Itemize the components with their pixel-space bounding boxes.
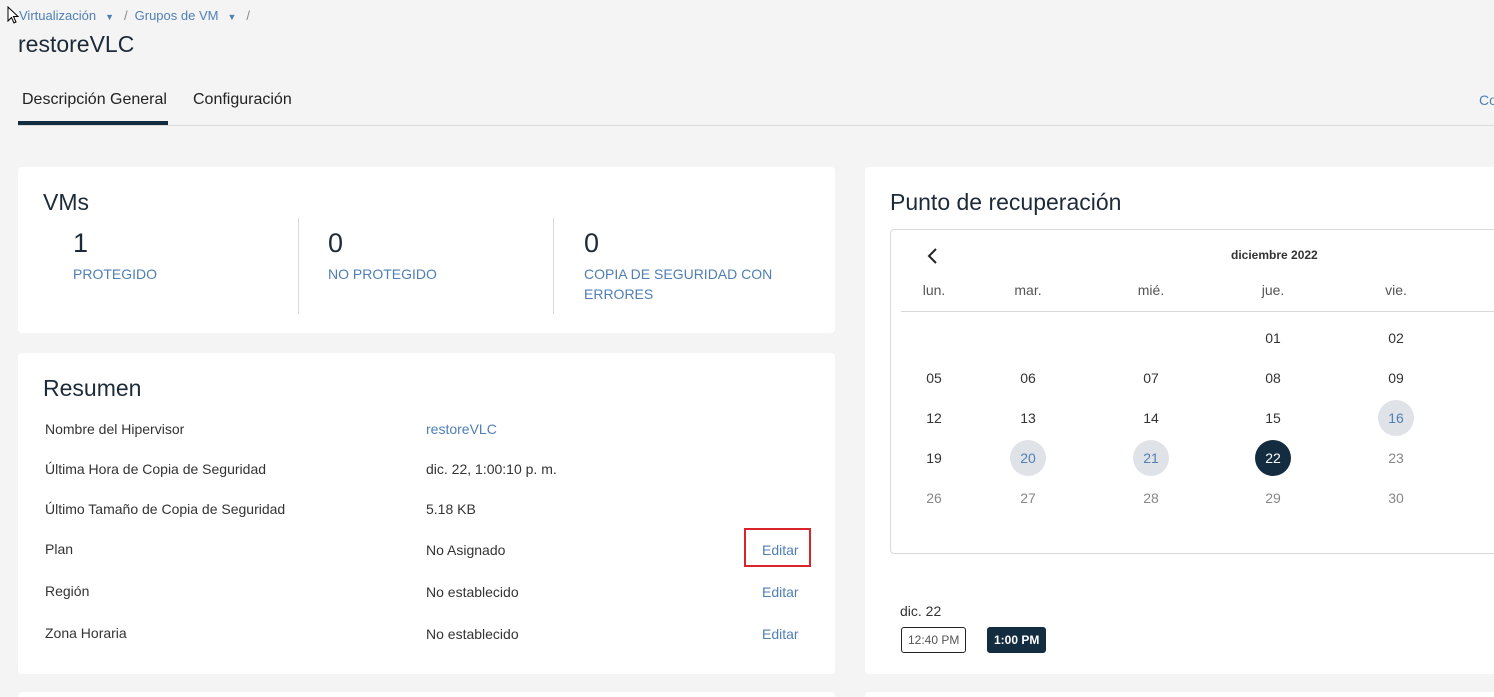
chevron-left-icon	[927, 248, 937, 264]
stat-label[interactable]: NO PROTEGIDO	[328, 264, 437, 284]
calendar-day: 29	[1265, 490, 1281, 506]
recovery-time-button-selected[interactable]: 1:00 PM	[987, 627, 1047, 653]
calendar-day: 19	[926, 450, 942, 466]
summary-value: dic. 22, 1:00:10 p. m.	[426, 461, 557, 477]
stat-unprotected[interactable]: 0 NO PROTEGIDO	[328, 228, 437, 284]
calendar-prev-month-button[interactable]	[926, 247, 938, 271]
summary-value: No establecido	[426, 626, 519, 642]
calendar-day: 07	[1143, 370, 1159, 386]
stat-value: 0	[584, 228, 600, 258]
summary-label: Nombre del Hipervisor	[45, 421, 185, 437]
tab-right-link[interactable]: Co	[1479, 92, 1494, 108]
summary-row-last-backup-size: Último Tamaño de Copia de Seguridad 5.18…	[45, 501, 835, 521]
calendar-day: 09	[1388, 370, 1404, 386]
calendar-weekday: vie.	[1385, 282, 1407, 298]
page-title: restoreVLC	[18, 31, 135, 57]
mouse-cursor-icon	[7, 6, 19, 24]
summary-row-plan: Plan No Asignado Editar	[45, 541, 835, 561]
calendar-day: 14	[1143, 410, 1159, 426]
hypervisor-link[interactable]: restoreVLC	[426, 421, 497, 437]
summary-label: Último Tamaño de Copia de Seguridad	[45, 501, 286, 517]
calendar-day: 27	[1020, 490, 1036, 506]
stat-backup-errors[interactable]: 0 COPIA DE SEGURIDAD CON ERRORES	[584, 228, 784, 304]
summary-card-title: Resumen	[43, 375, 142, 401]
summary-row-hypervisor: Nombre del Hipervisor restoreVLC	[45, 421, 835, 441]
stat-value: 1	[73, 228, 89, 258]
calendar-weekday: mar.	[1014, 282, 1042, 298]
stat-label[interactable]: PROTEGIDO	[73, 264, 157, 284]
recovery-time-button[interactable]: 12:40 PM	[901, 627, 967, 653]
breadcrumb-virtualizacion[interactable]: Virtualización	[19, 8, 96, 23]
summary-label: Zona Horaria	[45, 625, 127, 641]
calendar-weekday: lun.	[922, 282, 946, 298]
stat-divider	[553, 218, 554, 314]
summary-row-last-backup-time: Última Hora de Copia de Seguridad dic. 2…	[45, 461, 835, 481]
calendar-day: 30	[1388, 490, 1404, 506]
stat-protected[interactable]: 1 PROTEGIDO	[73, 228, 157, 284]
tab-configuration[interactable]: Configuración	[193, 91, 292, 109]
recovery-selected-date: dic. 22	[900, 603, 942, 619]
calendar-day: 26	[926, 490, 942, 506]
calendar-day: 23	[1388, 450, 1404, 466]
calendar-header-divider	[901, 311, 1494, 312]
summary-card: Resumen Nombre del Hipervisor restoreVLC…	[18, 353, 835, 674]
breadcrumb: Virtualización ▼ / Grupos de VM ▼ /	[19, 8, 257, 23]
breadcrumb-separator: /	[246, 8, 251, 23]
calendar-day: 01	[1265, 330, 1281, 346]
summary-row-region: Región No establecido Editar	[45, 583, 835, 603]
calendar-day: 12	[926, 410, 942, 426]
summary-value: No establecido	[426, 584, 519, 600]
calendar-day: 06	[1020, 370, 1036, 386]
summary-label: Región	[45, 583, 90, 599]
chevron-down-icon[interactable]: ▼	[227, 12, 236, 22]
recovery-point-card: Punto de recuperación diciembre 2022 lun…	[865, 167, 1494, 674]
stat-divider	[298, 218, 299, 314]
calendar-day: 05	[926, 370, 942, 386]
summary-row-timezone: Zona Horaria No establecido Editar	[45, 625, 835, 645]
calendar-day: 08	[1265, 370, 1281, 386]
chevron-down-icon[interactable]: ▼	[105, 12, 114, 22]
next-card-left	[18, 692, 835, 697]
recovery-card-title: Punto de recuperación	[890, 189, 1122, 215]
calendar-month-label: diciembre 2022	[1231, 248, 1318, 262]
calendar-day-available[interactable]: 21	[1133, 440, 1169, 476]
summary-label: Última Hora de Copia de Seguridad	[45, 461, 267, 477]
calendar-day-available[interactable]: 16	[1378, 400, 1414, 436]
summary-value: 5.18 KB	[426, 501, 476, 517]
edit-plan-highlight-box	[744, 528, 811, 567]
calendar-weekday: mié.	[1137, 282, 1165, 298]
stat-label[interactable]: COPIA DE SEGURIDAD CON ERRORES	[584, 264, 784, 304]
summary-value: No Asignado	[426, 542, 506, 558]
edit-timezone-button[interactable]: Editar	[762, 626, 799, 642]
calendar-day-selected[interactable]: 22	[1255, 440, 1291, 476]
calendar-weekday: jue.	[1261, 282, 1285, 298]
next-card-right	[865, 692, 1494, 697]
recovery-calendar: diciembre 2022 lun. mar. mié. jue. vie. …	[890, 229, 1494, 554]
calendar-day-available[interactable]: 20	[1010, 440, 1046, 476]
stat-value: 0	[328, 228, 344, 258]
breadcrumb-separator: /	[124, 8, 128, 23]
calendar-day: 02	[1388, 330, 1404, 346]
breadcrumb-grupos-vm[interactable]: Grupos de VM	[135, 8, 219, 23]
calendar-day: 28	[1143, 490, 1159, 506]
calendar-day: 15	[1265, 410, 1281, 426]
calendar-day: 13	[1020, 410, 1036, 426]
edit-region-button[interactable]: Editar	[762, 584, 799, 600]
vms-card-title: VMs	[43, 189, 89, 215]
tab-overview[interactable]: Descripción General	[22, 91, 167, 109]
active-tab-indicator	[18, 121, 168, 125]
tab-bar: Descripción General Configuración Co	[18, 82, 1494, 126]
summary-label: Plan	[45, 541, 74, 557]
vms-card: VMs 1 PROTEGIDO 0 NO PROTEGIDO 0 COPIA D…	[18, 167, 835, 333]
